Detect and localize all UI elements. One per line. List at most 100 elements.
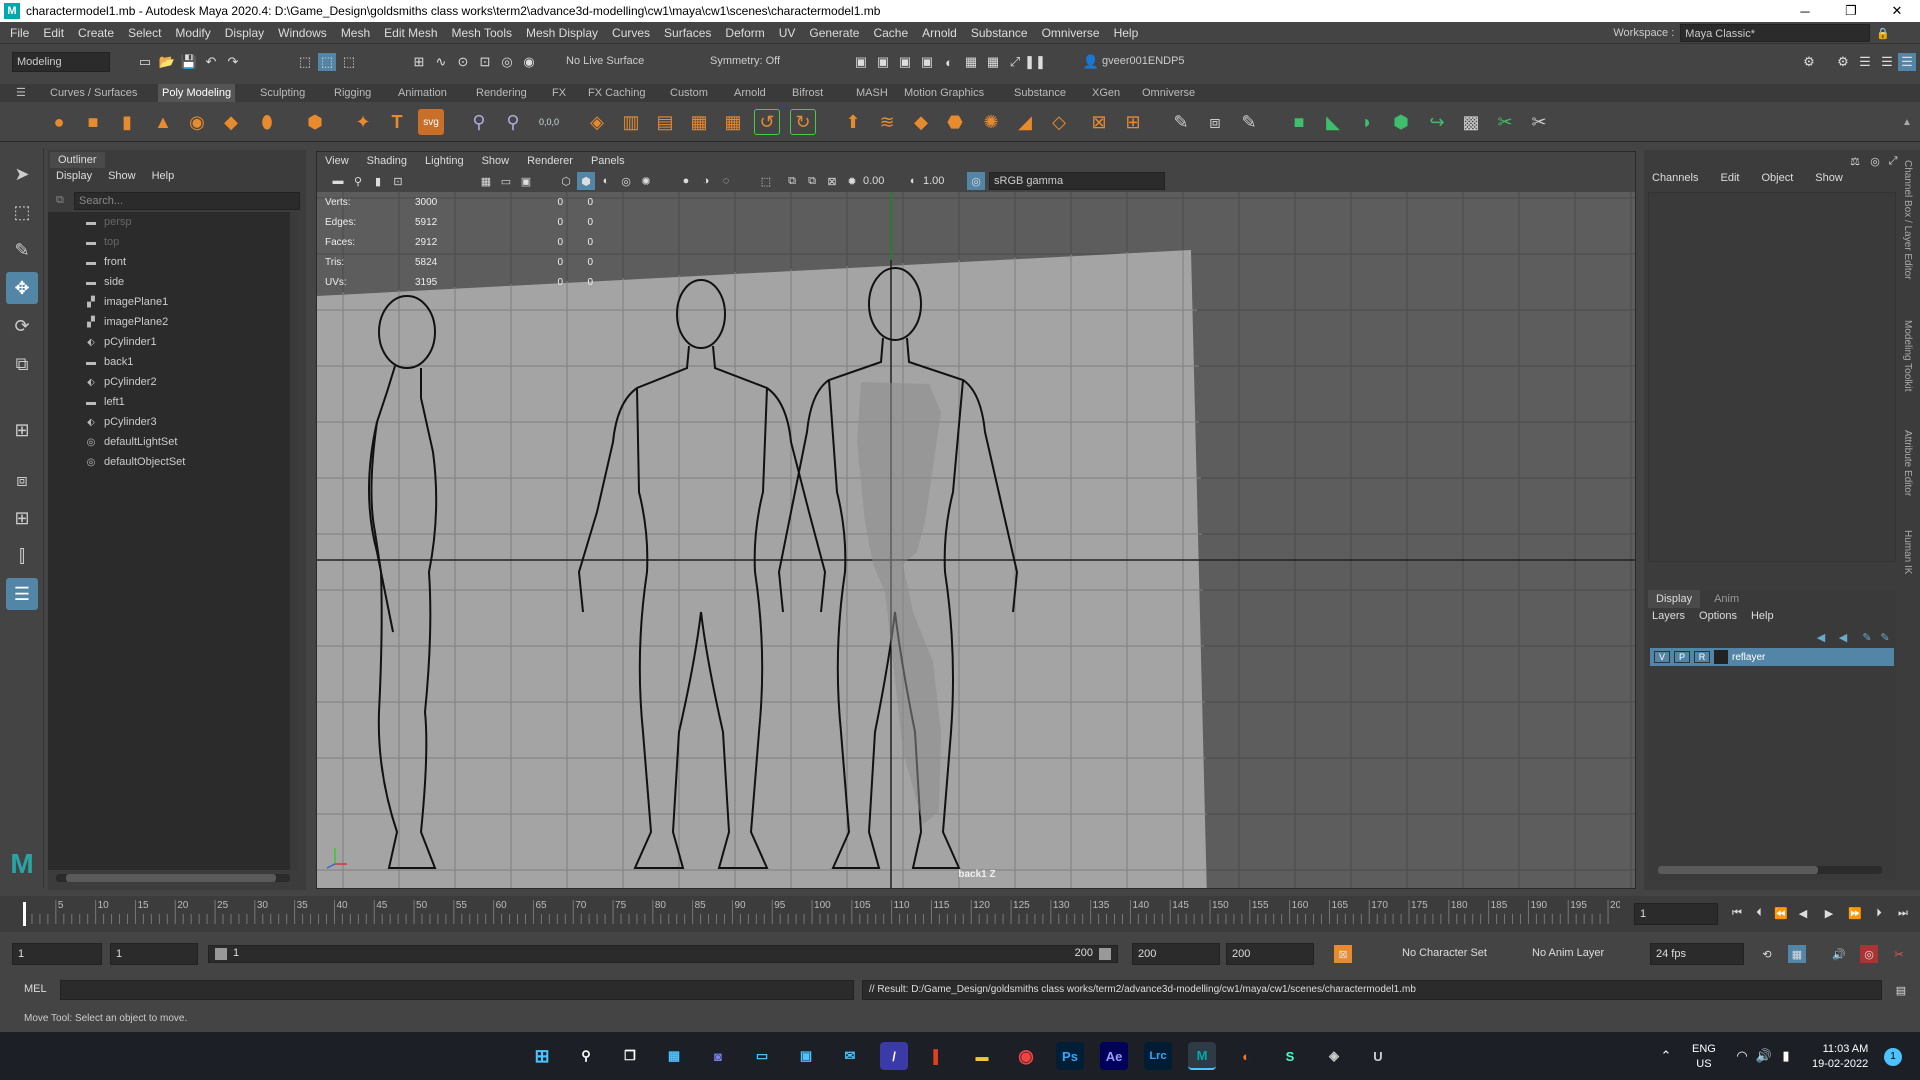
insert-edge-loop-icon[interactable]: ⧈ xyxy=(1202,109,1228,135)
hypershade-icon[interactable]: ◐ xyxy=(940,53,958,71)
render-setup-icon[interactable]: ▦ xyxy=(962,53,980,71)
sound-icon[interactable]: 🔊 xyxy=(1830,945,1848,963)
battery-icon[interactable]: ▮ xyxy=(1772,1042,1800,1070)
search-filter-icon[interactable]: ⧉ xyxy=(56,194,64,207)
step-back-frame-icon[interactable]: ⏪ xyxy=(1772,904,1790,922)
step-forward-key-icon[interactable]: ⏵ xyxy=(1870,904,1888,922)
scene-view[interactable] xyxy=(317,192,1635,888)
combine-icon[interactable]: ◈ xyxy=(584,109,610,135)
use-all-lights-icon[interactable]: ✺ xyxy=(637,172,655,190)
image-plane-toggle-icon[interactable]: ⊡ xyxy=(389,172,407,190)
poly-cone-icon[interactable]: ▲ xyxy=(150,109,176,135)
end-time-field[interactable]: 200 xyxy=(1226,943,1314,965)
menu-uv[interactable]: UV xyxy=(772,22,803,44)
open-scene-icon[interactable]: 📂 xyxy=(158,53,176,71)
auto-key-icon[interactable]: ⊠ xyxy=(1334,945,1352,963)
current-frame-field[interactable]: 1 xyxy=(1634,903,1718,925)
xray-icon[interactable]: ⧉ xyxy=(783,172,801,190)
shelf-tab-xgen[interactable]: XGen xyxy=(1088,84,1124,102)
select-hierarchy-icon[interactable]: ⬚ xyxy=(296,53,314,71)
select-component-icon[interactable]: ⬚ xyxy=(340,53,358,71)
scale-tool-icon[interactable]: ⧉ xyxy=(6,348,38,380)
mail-icon[interactable]: ✉ xyxy=(836,1042,864,1070)
render-settings-icon[interactable]: ▣ xyxy=(918,53,936,71)
tab-display[interactable]: Display xyxy=(1648,590,1701,608)
range-start-handle[interactable] xyxy=(215,948,227,960)
menu-surfaces[interactable]: Surfaces xyxy=(657,22,718,44)
outliner-menu-display[interactable]: Display xyxy=(56,170,92,182)
textured-icon[interactable]: ◎ xyxy=(617,172,635,190)
render-view-icon[interactable]: ▣ xyxy=(874,53,892,71)
blender-icon[interactable]: ◐ xyxy=(1232,1042,1260,1070)
store-icon[interactable]: ▣ xyxy=(792,1042,820,1070)
select-object-icon[interactable]: ⬚ xyxy=(318,53,336,71)
smooth-icon[interactable]: ▤ xyxy=(652,109,678,135)
boolean-icon[interactable]: ▦ xyxy=(686,109,712,135)
menu-cache[interactable]: Cache xyxy=(866,22,915,44)
shelf-tab-custom[interactable]: Custom xyxy=(666,84,712,102)
play-forwards-icon[interactable]: ▶ xyxy=(1820,904,1838,922)
super-shape-icon[interactable]: ✦ xyxy=(350,109,376,135)
app-icon-a[interactable]: / xyxy=(880,1042,908,1070)
range-end-handle[interactable] xyxy=(1099,948,1111,960)
viewport-menu-panels[interactable]: Panels xyxy=(591,152,625,170)
menu-set-dropdown[interactable]: Modeling xyxy=(12,52,110,72)
after-effects-icon[interactable]: Ae xyxy=(1100,1042,1128,1070)
menu-generate[interactable]: Generate xyxy=(802,22,866,44)
ipr-render-icon[interactable]: ▣ xyxy=(896,53,914,71)
outliner-item[interactable]: ▬ top xyxy=(84,232,119,252)
shelf-tab-fx-caching[interactable]: FX Caching xyxy=(584,84,649,102)
sew-uv-icon[interactable]: ✂ xyxy=(1526,109,1552,135)
color-management-icon[interactable]: ◎ xyxy=(967,172,985,190)
side-tab-attribute-editor[interactable]: Attribute Editor xyxy=(1902,430,1913,496)
shelf-tab-rendering[interactable]: Rendering xyxy=(472,84,531,102)
outliner-item[interactable]: ▬ left1 xyxy=(84,392,125,412)
shelf-tab-fx[interactable]: FX xyxy=(548,84,570,102)
outliner-item[interactable]: ▞ imagePlane1 xyxy=(84,292,168,312)
new-layer-selected-icon[interactable]: ✎ xyxy=(1876,628,1894,646)
layer-h-scrollbar[interactable] xyxy=(1658,866,1882,874)
menu-edit-mesh[interactable]: Edit Mesh xyxy=(377,22,444,44)
shelf-tab-substance[interactable]: Substance xyxy=(1010,84,1070,102)
channel-icon-b[interactable]: ◎ xyxy=(1866,152,1884,170)
time-ruler[interactable]: 5 10 15 20 25 30 35 40 45 50 55 60 65 70 75 80 85 90 95 100… xyxy=(20,896,1620,932)
character-set-label[interactable]: No Character Set xyxy=(1402,947,1487,959)
go-to-start-icon[interactable]: ⏮ xyxy=(1728,904,1746,922)
chat-icon[interactable]: ◙ xyxy=(704,1042,732,1070)
channel-menu-edit[interactable]: Edit xyxy=(1720,172,1739,184)
outliner-toggle-icon[interactable]: ☰ xyxy=(1898,53,1916,71)
exposure-icon[interactable]: ✹ xyxy=(843,172,861,190)
outliner-item[interactable]: ⬖ pCylinder1 xyxy=(84,332,156,352)
menu-modify[interactable]: Modify xyxy=(168,22,217,44)
outliner-item[interactable]: ▬ persp xyxy=(84,212,132,232)
undo-icon[interactable]: ↶ xyxy=(202,53,220,71)
four-view-icon[interactable]: ⧈ xyxy=(6,464,38,496)
step-forward-frame-icon[interactable]: ⏩ xyxy=(1846,904,1864,922)
exposure-field[interactable]: 0.00 xyxy=(863,173,903,189)
camera-attributes-icon[interactable]: ⚲ xyxy=(349,172,367,190)
menu-display[interactable]: Display xyxy=(218,22,271,44)
film-gate-icon[interactable]: ▭ xyxy=(497,172,515,190)
new-layer-icon[interactable]: ✎ xyxy=(1858,628,1876,646)
motion-blur-icon[interactable]: ◌ xyxy=(717,172,735,190)
grid-toggle-icon[interactable]: ▦ xyxy=(477,172,495,190)
office-icon[interactable]: ▌ xyxy=(924,1042,952,1070)
outliner-item[interactable]: ◎ defaultObjectSet xyxy=(84,452,186,472)
mel-input[interactable] xyxy=(60,980,854,1000)
channel-menu-show[interactable]: Show xyxy=(1815,172,1843,184)
resolution-gate-icon[interactable]: ▣ xyxy=(517,172,535,190)
bridge-icon[interactable]: ≋ xyxy=(874,109,900,135)
chamfer-icon[interactable]: ◇ xyxy=(1046,109,1072,135)
outliner-item[interactable]: ▬ back1 xyxy=(84,352,133,372)
playback-start-field[interactable]: 1 xyxy=(110,943,198,965)
anim-layer-label[interactable]: No Anim Layer xyxy=(1532,947,1604,959)
lasso-tool-icon[interactable]: ⬚ xyxy=(6,196,38,228)
poke-icon[interactable]: ✺ xyxy=(978,109,1004,135)
snap-surface-icon[interactable]: ◎ xyxy=(498,53,516,71)
viewport-menu-shading[interactable]: Shading xyxy=(367,152,407,170)
viewport-menu-view[interactable]: View xyxy=(325,152,349,170)
outliner-item[interactable]: ▬ front xyxy=(84,252,126,272)
poly-plane-icon[interactable]: ◆ xyxy=(218,109,244,135)
notification-badge[interactable]: 1 xyxy=(1884,1048,1902,1066)
rotate-tool-icon[interactable]: ⟳ xyxy=(6,310,38,342)
